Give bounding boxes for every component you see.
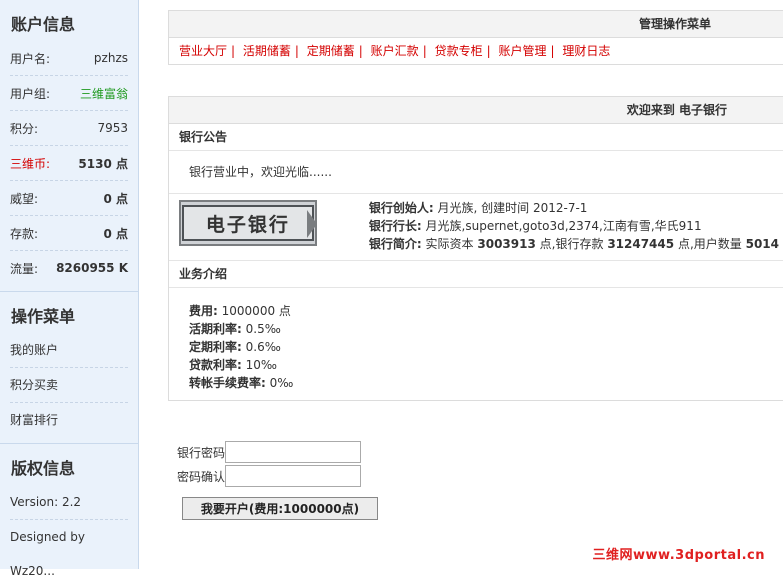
nav-loans[interactable]: 贷款专柜 [435, 44, 483, 58]
points-row: 积分: 7953 [10, 111, 128, 146]
usergroup-value: 三维富翁 [79, 86, 128, 101]
deposits-value: 31247445 [607, 237, 675, 251]
open-account-button[interactable]: 我要开户(费用:1000000点) [182, 497, 378, 520]
notice-text: 银行营业中，欢迎光临...... [169, 151, 783, 194]
usergroup-row: 用户组: 三维富翁 [10, 76, 128, 111]
loan-rate-label: 贷款利率: [189, 358, 242, 372]
coins-row: 三维币: 5130 点 [10, 146, 128, 181]
password-label: 银行密码 [176, 445, 225, 460]
profile-suffix: 点,用户数量 [677, 237, 742, 251]
transfer-fee-label: 转帐手续费率: [189, 376, 266, 390]
sidebar-item-wealth-ranking[interactable]: 财富排行 [10, 403, 128, 437]
open-account-form: 银行密码 密码确认 [168, 440, 361, 488]
demand-rate-label: 活期利率: [189, 322, 242, 336]
nav-demand-savings[interactable]: 活期储蓄 [243, 44, 291, 58]
notice-heading: 银行公告 [169, 124, 783, 151]
fee-value: 1000000 点 [221, 304, 291, 318]
operations-menu-title: 操作菜单 [11, 307, 76, 326]
profile-label: 银行简介: [368, 237, 422, 251]
sidebar-item-my-account[interactable]: 我的账户 [10, 333, 128, 368]
prestige-row: 威望: 0 点 [10, 181, 128, 216]
copyright-title: 版权信息 [11, 459, 76, 478]
watermark-text: 三维网www.3dportal.cn [592, 548, 765, 563]
sidebar: 账户信息 用户名: pzhzs 用户组: 三维富翁 积分: 7953 三维币: … [0, 0, 139, 578]
transfer-fee-value: 0‰ [269, 376, 294, 390]
traffic-label: 流量: [10, 261, 39, 276]
traffic-value: 8260955 K [56, 261, 128, 275]
deposit-value: 0 点 [103, 226, 128, 241]
manage-nav: 营业大厅 | 活期储蓄 | 定期储蓄 | 账户汇款 | 贷款专柜 | 账户管理 | 理财日志 [179, 44, 611, 58]
profile-prefix: 实际资本 [425, 237, 474, 251]
traffic-row: 流量: 8260955 K [10, 251, 128, 285]
points-label: 积分: [10, 121, 39, 136]
password-confirm-input[interactable] [225, 465, 361, 487]
bank-logo: 电子银行 [179, 200, 317, 246]
founder-label: 银行创始人: [368, 201, 434, 215]
business-list: 费用: 1000000 点 活期利率: 0.5‰ 定期利率: 0.6‰ 贷款利率… [169, 288, 783, 400]
sidebar-item-points-trade[interactable]: 积分买卖 [10, 368, 128, 403]
president-label: 银行行长: [368, 219, 422, 233]
logo-arrow-icon [306, 210, 317, 238]
nav-account-management[interactable]: 账户管理 [498, 44, 546, 58]
bank-password-input[interactable] [225, 441, 361, 463]
usergroup-label: 用户组: [10, 86, 51, 101]
fixed-rate-label: 定期利率: [189, 340, 242, 354]
username-value: pzhzs [93, 51, 128, 65]
nav-fixed-savings[interactable]: 定期储蓄 [307, 44, 355, 58]
confirm-row: 密码确认 [168, 464, 361, 488]
users-value: 5014 [745, 237, 779, 251]
nav-finance-log[interactable]: 理财日志 [562, 44, 610, 58]
coins-value: 5130 点 [78, 156, 128, 171]
points-value: 7953 [97, 121, 128, 135]
capital-value: 3003913 [477, 237, 536, 251]
welcome-title: 欢迎来到 电子银行 [169, 97, 783, 124]
coins-label: 三维币: [10, 156, 51, 171]
bank-details: 银行创始人: 月光族, 创建时间 2012-7-1 银行行长: 月光族,supe… [369, 199, 779, 254]
designer-text: Designed by Wz20... [10, 530, 85, 578]
manage-menu-box: 管理操作菜单 营业大厅 | 活期储蓄 | 定期储蓄 | 账户汇款 | 贷款专柜 | 账户管… [168, 10, 783, 65]
account-info-title: 账户信息 [11, 15, 76, 34]
version-text: Version: 2.2 [10, 485, 128, 520]
nav-remittance[interactable]: 账户汇款 [371, 44, 419, 58]
username-row: 用户名: pzhzs [10, 41, 128, 76]
fee-label: 费用: [189, 304, 218, 318]
password-row: 银行密码 [168, 440, 361, 464]
president-value: 月光族,supernet,goto3d,2374,江南有雪,华氏911 [425, 219, 702, 233]
loan-rate-value: 10‰ [245, 358, 278, 372]
prestige-label: 威望: [10, 191, 39, 206]
prestige-value: 0 点 [103, 191, 128, 206]
bank-logo-text: 电子银行 [181, 205, 314, 241]
business-heading: 业务介绍 [169, 261, 783, 288]
demand-rate-value: 0.5‰ [245, 322, 281, 336]
bank-info-row: 电子银行 银行创始人: 月光族, 创建时间 2012-7-1 银行行长: 月光族… [169, 194, 783, 261]
deposit-row: 存款: 0 点 [10, 216, 128, 251]
username-label: 用户名: [10, 51, 51, 66]
welcome-box: 欢迎来到 电子银行 银行公告 银行营业中，欢迎光临...... 电子银行 银行创… [168, 96, 783, 401]
nav-lobby[interactable]: 营业大厅 [179, 44, 227, 58]
founder-value: 月光族, 创建时间 2012-7-1 [437, 201, 588, 215]
deposit-label: 存款: [10, 226, 39, 241]
profile-mid: 点,银行存款 [539, 237, 604, 251]
manage-menu-title: 管理操作菜单 [169, 11, 783, 38]
fixed-rate-value: 0.6‰ [245, 340, 281, 354]
confirm-label: 密码确认 [176, 469, 225, 484]
